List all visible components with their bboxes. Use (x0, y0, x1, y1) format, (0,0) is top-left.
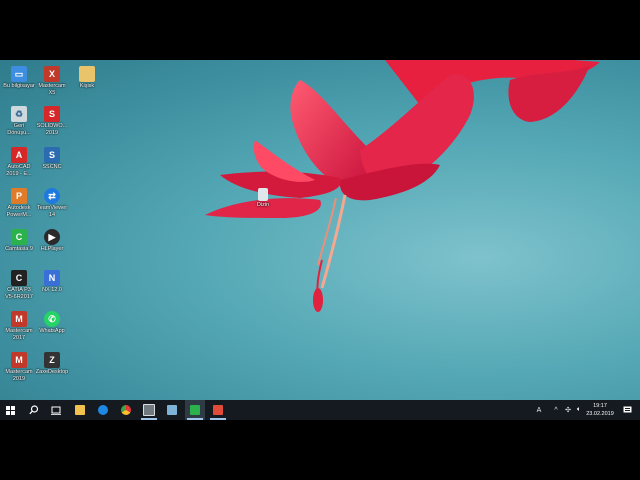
clock-date: 23.02.2019 (586, 411, 614, 417)
file-icon (258, 188, 268, 201)
taskbar-file-explorer[interactable] (70, 400, 90, 420)
desktop-icon-label: TeamViewer 14 (36, 205, 68, 218)
desktop-icon-nx[interactable]: N NX 12.0 (33, 268, 71, 294)
desktop-icon-label: SOLIDWO... 2019 (36, 123, 68, 136)
teamviewer-icon: ⇄ (44, 188, 60, 204)
clock-time: 19:17 (593, 403, 607, 409)
input-language-indicator[interactable]: A (532, 400, 546, 420)
zaxedesktop-icon: Z (44, 352, 60, 368)
edge-icon (98, 405, 108, 415)
taskbar: A ^ ✣ 🔈︎ 19:17 23.02.2019 (0, 400, 640, 420)
desktop-icon-whatsapp[interactable]: ✆ WhatsApp (33, 309, 71, 335)
desktop-icon-label: NX 12.0 (42, 287, 62, 293)
sscnc-icon: S (44, 147, 60, 163)
desktop-icon-teamviewer[interactable]: ⇄ TeamViewer 14 (33, 186, 71, 218)
mastercam-2017-icon: M (11, 311, 27, 327)
notification-icon (623, 406, 631, 413)
desktop-icon-hlplayer[interactable]: ▶ HLPlayer (33, 227, 71, 253)
desktop: ▭ Bu bilgisayar X Mastercam X5 Kişisk ♻ … (0, 60, 640, 420)
desktop-icon-label: Kişisk (79, 83, 95, 89)
catia-icon: C (11, 270, 27, 286)
desktop-icon-kisisk[interactable]: Kişisk (68, 64, 106, 90)
task-view-button[interactable] (46, 400, 66, 420)
search-icon (29, 405, 39, 415)
whatsapp-icon: ✆ (44, 311, 60, 327)
volume-icon: 🔈︎ (576, 406, 582, 413)
desktop-icon-zaxedesktop[interactable]: Z ZaxeDesktop (33, 350, 71, 376)
desktop-icon-solidworks[interactable]: S SOLIDWO... 2019 (33, 104, 71, 136)
taskbar-chrome[interactable] (116, 400, 136, 420)
task-view-icon (51, 406, 61, 415)
mastercam-x5-icon: X (44, 66, 60, 82)
taskbar-media-app[interactable] (139, 400, 159, 420)
start-button[interactable] (0, 400, 20, 420)
desktop-icon-label: ZaxeDesktop (35, 369, 69, 375)
desktop-icon-dizin[interactable]: Dizin (244, 186, 282, 209)
folder-icon (79, 66, 95, 82)
desktop-icon-label: WhatsApp (39, 328, 65, 334)
taskbar-camtasia[interactable] (185, 400, 205, 420)
mastercam-2019-icon: M (11, 352, 27, 368)
search-button[interactable] (24, 400, 44, 420)
camtasia-icon: C (11, 229, 27, 245)
chevron-up-icon: ^ (554, 406, 558, 414)
show-hidden-icons-button[interactable]: ^ (550, 400, 562, 420)
windows-start-icon (5, 405, 15, 415)
media-app-icon (143, 404, 155, 416)
desktop-icon-label: HLPlayer (40, 246, 64, 252)
computer-icon: ▭ (11, 66, 27, 82)
network-icon: ✣ (565, 407, 571, 414)
clock[interactable]: 19:17 23.02.2019 (582, 402, 618, 418)
taskbar-edge[interactable] (93, 400, 113, 420)
taskbar-notepad[interactable] (162, 400, 182, 420)
nx-icon: N (44, 270, 60, 286)
notepad-icon (167, 405, 177, 415)
camtasia-recorder-icon (213, 405, 223, 415)
taskbar-camtasia-recorder[interactable] (208, 400, 228, 420)
autocad-icon: A (11, 147, 27, 163)
solidworks-icon: S (44, 106, 60, 122)
desktop-icon-label: Dizin (256, 202, 270, 208)
camtasia-taskbar-icon (190, 405, 200, 415)
desktop-icon-mastercam-x5[interactable]: X Mastercam X5 (33, 64, 71, 96)
wallpaper-flower (205, 60, 600, 312)
hlplayer-icon: ▶ (44, 229, 60, 245)
desktop-icon-label: SSCNC (42, 164, 62, 170)
action-center-button[interactable] (620, 400, 634, 420)
desktop-icon-sscnc[interactable]: S SSCNC (33, 145, 71, 171)
file-explorer-icon (75, 405, 85, 415)
desktop-icon-label: Mastercam X5 (38, 83, 66, 96)
chrome-icon (121, 405, 131, 415)
powermill-icon: P (11, 188, 27, 204)
recycle-bin-icon: ♻ (11, 106, 27, 122)
